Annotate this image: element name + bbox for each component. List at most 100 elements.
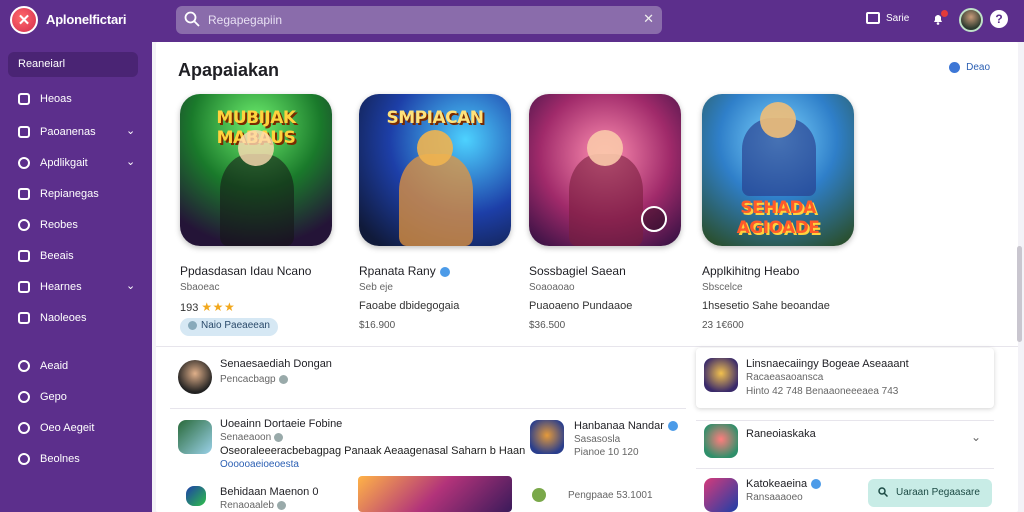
game-artwork[interactable] (529, 94, 681, 246)
action-button-label: Uaraan Pegaasare (896, 487, 980, 498)
chevron-down-icon[interactable]: ⌄ (126, 124, 135, 137)
rating-count: 193 (180, 302, 199, 314)
game-card[interactable]: SEHADA AGIOADE Applkihitng Heabo Sbscelc… (702, 94, 872, 331)
sidebar-item-target[interactable]: Oeo Aegeit (0, 418, 152, 440)
chevron-down-icon[interactable]: ⌄ (971, 430, 981, 444)
see-more-link[interactable]: Deao (949, 62, 990, 73)
game-name-label[interactable]: Rpanata Rany (359, 264, 436, 278)
sidebar-item-shield[interactable]: Reobes (0, 215, 152, 237)
game-artwork[interactable]: MUBIJAK MABAUS (180, 94, 332, 246)
search-bar[interactable]: Regapegapiin ✕ (176, 6, 662, 34)
game-card[interactable]: SMPIACAN Rpanata Rany Seb eje Faoabe dbi… (359, 94, 529, 331)
featured-card[interactable]: Linsnaecaiingy Bogeae Aseaaant Racaeasao… (696, 348, 994, 408)
star-rating-icon: ★★★ (201, 300, 236, 314)
feed-row-sub: Senaeaoon (220, 432, 286, 443)
home-icon (18, 93, 30, 105)
feed-row-sub: Pencacbagp (220, 374, 291, 385)
game-name[interactable]: Sossbagiel Saean (529, 264, 626, 278)
score-icon[interactable] (866, 12, 880, 24)
game-description: 1hsesetio Sahe beoandae (702, 300, 830, 312)
score-label[interactable]: Sarie (886, 13, 909, 24)
feed-row-title[interactable]: Behidaan Maenon 0 (220, 486, 318, 498)
feed-row-title-label[interactable]: Hanbanaa Nandar (574, 420, 664, 432)
sidebar-item-home[interactable]: Heoas (0, 89, 152, 111)
media-preview[interactable] (358, 476, 512, 512)
game-thumbnail[interactable] (530, 420, 564, 454)
app-logo-icon[interactable]: ✕ (10, 6, 38, 34)
game-thumbnail[interactable] (178, 420, 212, 454)
sidebar-item-info[interactable]: Aeaid (0, 356, 152, 378)
feed-row-title[interactable]: Uoeainn Dortaeie Fobine (220, 418, 342, 430)
game-name[interactable]: Ppdasdasan Idau Ncano (180, 264, 311, 278)
divider (696, 420, 994, 421)
game-thumbnail[interactable] (704, 424, 738, 458)
card-title[interactable]: Linsnaecaiingy Bogeae Aseaaant (746, 358, 909, 370)
sidebar-item-compass[interactable]: Gepo (0, 387, 152, 409)
chevron-down-icon[interactable]: ⌄ (126, 279, 135, 292)
sidebar-item-globe[interactable]: Beolnes (0, 449, 152, 471)
verified-icon (667, 421, 678, 432)
card-meta: Hinto 42 748 Benaaoneeeaea 743 (746, 386, 899, 397)
game-name[interactable]: Rpanata Rany (359, 264, 450, 278)
game-artwork[interactable]: SEHADA AGIOADE (702, 94, 854, 246)
sidebar-item-label: Beeais (40, 250, 74, 262)
feed-row-sub: Renaoaaleb (220, 500, 289, 511)
sidebar-item-label: Naoleoes (40, 312, 87, 324)
search-icon (184, 11, 200, 27)
game-thumbnail[interactable] (704, 358, 738, 392)
verified-icon (278, 374, 288, 384)
sidebar-item-flag[interactable]: Hearnes ⌄ (0, 277, 152, 299)
feed-row-link[interactable]: Oooooaeioeoesta (220, 459, 299, 470)
scrollbar[interactable] (1017, 246, 1022, 342)
game-name[interactable]: Applkihitng Heabo (702, 264, 799, 278)
search-icon (878, 487, 888, 497)
play-icon[interactable] (641, 206, 667, 232)
sidebar-item-news[interactable]: Naoleoes (0, 308, 152, 330)
verified-icon (811, 479, 822, 490)
compass-icon (18, 391, 30, 403)
puzzle-icon (18, 157, 30, 169)
sidebar-item-grid[interactable]: Paoanenas ⌄ (0, 122, 152, 144)
app-icon[interactable] (186, 486, 206, 506)
search-input[interactable]: Regapegapiin (208, 13, 282, 27)
verified-icon (439, 266, 450, 277)
sidebar-search[interactable]: Reaneiarl (8, 52, 138, 77)
see-more-label[interactable]: Deao (966, 62, 990, 73)
game-price: 23 1€600 (702, 320, 744, 331)
feed-row-title-label[interactable]: Katokeaeina (746, 478, 807, 490)
feed-row-title[interactable]: Raneoiaskaka (746, 428, 816, 440)
character-figure (399, 154, 473, 246)
feed-row-title[interactable]: Katokeaeina (746, 478, 822, 490)
game-developer: Sbaoeac (180, 282, 220, 293)
user-avatar[interactable] (959, 8, 983, 32)
feed-row-title[interactable]: Senaesaediah Dongan (220, 358, 332, 370)
game-thumbnail[interactable] (704, 478, 738, 512)
chevron-down-icon[interactable]: ⌄ (126, 155, 135, 168)
game-card[interactable]: MUBIJAK MABAUS Ppdasdasan Idau Ncano Sba… (180, 94, 350, 336)
shield-icon (18, 219, 30, 231)
action-button[interactable]: Uaraan Pegaasare (868, 479, 992, 507)
sidebar-item-label: Reobes (40, 219, 78, 231)
game-rating: 193 ★★★ (180, 300, 235, 314)
feed-row-title[interactable]: Hanbanaa Nandar (574, 420, 678, 432)
tag-label: Naio Paeaeean (201, 320, 270, 331)
user-avatar[interactable] (178, 360, 212, 394)
game-artwork[interactable]: SMPIACAN (359, 94, 511, 246)
game-tag-pill[interactable]: Naio Paeaeean (180, 318, 278, 336)
sidebar-item-list[interactable]: Beeais (0, 246, 152, 268)
info-icon (18, 360, 30, 372)
help-icon[interactable]: ? (990, 10, 1008, 28)
game-developer: Sbscelce (702, 282, 743, 293)
sidebar-item-label: Apdlikgait (40, 157, 88, 169)
feed-row-sub: Ransaaaoeo (746, 492, 803, 503)
game-card[interactable]: Sossbagiel Saean Soaoaoao Puaoaeno Punda… (529, 94, 699, 331)
tag-icon (188, 320, 197, 330)
sidebar-item-label: Gepo (40, 391, 67, 403)
sidebar-item-label: Repianegas (40, 188, 99, 200)
globe-icon (18, 453, 30, 465)
clear-search-icon[interactable]: ✕ (643, 11, 654, 27)
sidebar-item-calendar[interactable]: Repianegas (0, 184, 152, 206)
sidebar-item-puzzle[interactable]: Apdlikgait ⌄ (0, 153, 152, 175)
feed-row-sub: Sasasosla (574, 434, 621, 445)
list-icon (18, 250, 30, 262)
